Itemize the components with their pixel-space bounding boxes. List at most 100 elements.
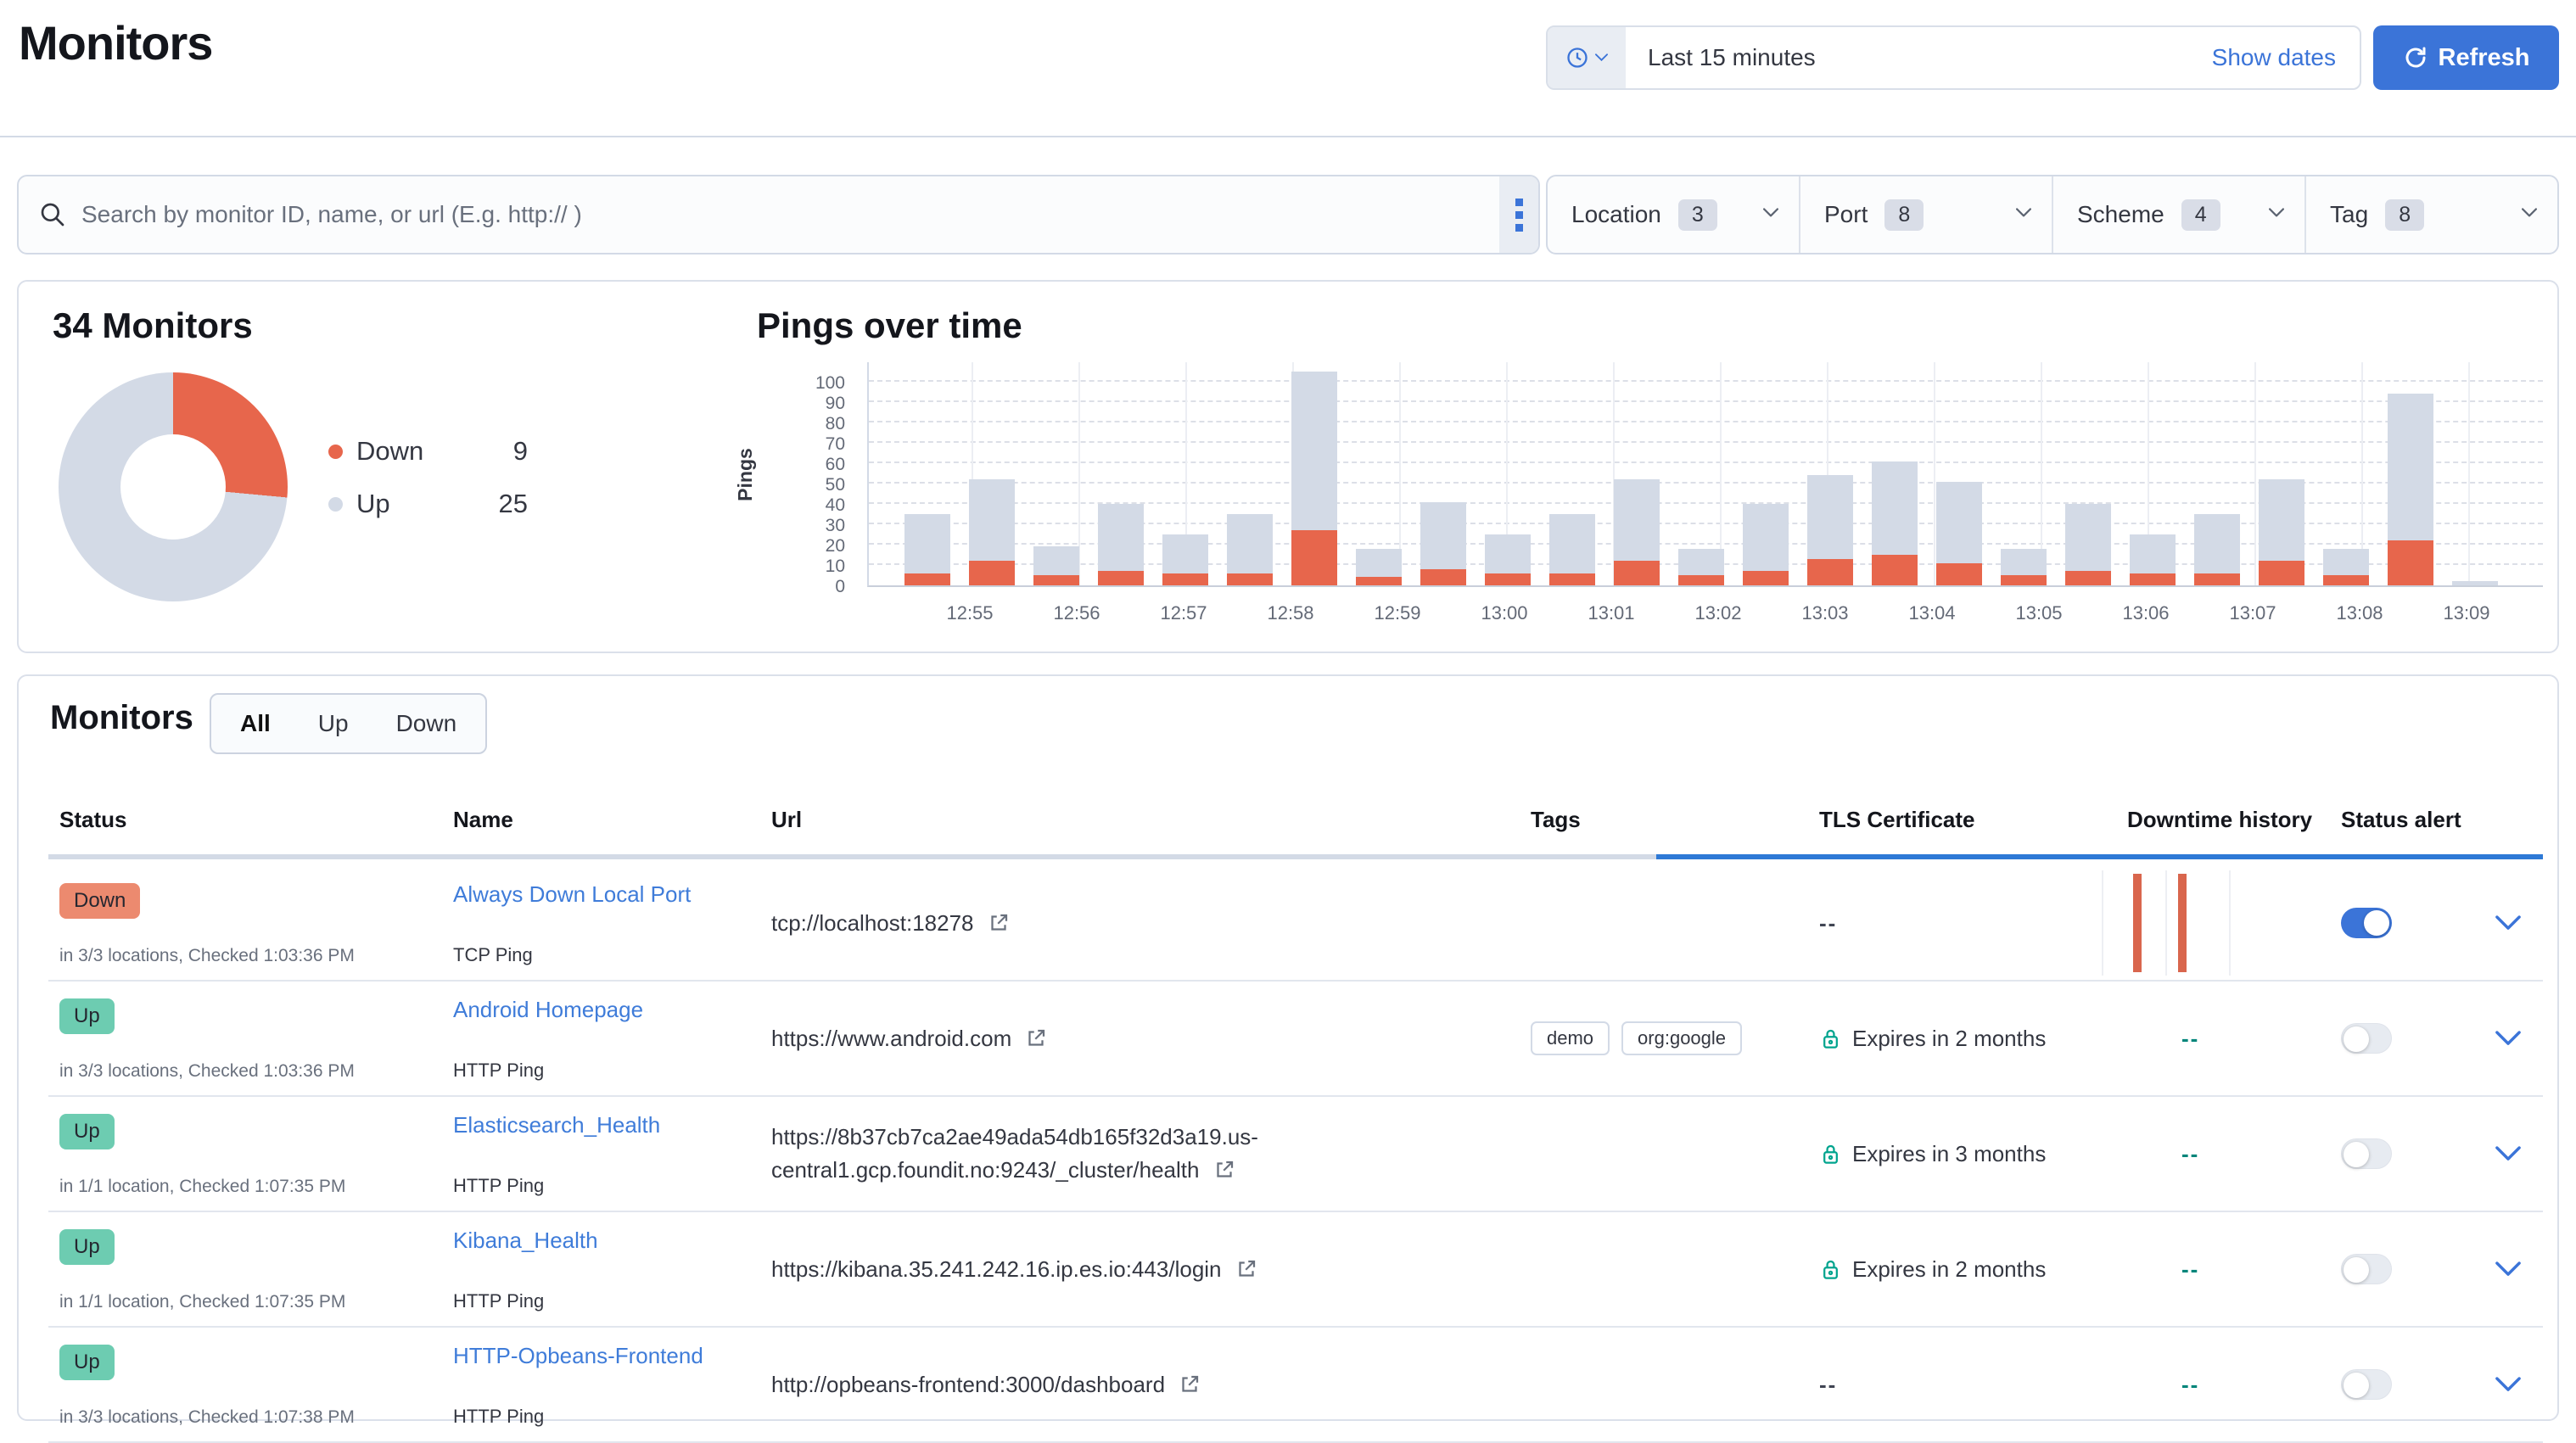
ping-bar[interactable] [2259, 479, 2304, 585]
quick-select-menu-button[interactable] [1548, 27, 1626, 88]
down-segment [1807, 559, 1853, 585]
expand-row-chevron-icon[interactable] [2495, 915, 2521, 931]
tls-expiry-text: Expires in 2 months [1852, 1026, 2046, 1052]
ping-bar[interactable] [1549, 514, 1595, 585]
expand-row-chevron-icon[interactable] [2495, 1146, 2521, 1162]
external-link-icon[interactable] [1026, 1028, 1046, 1049]
page-title: Monitors [19, 15, 212, 70]
time-range-value[interactable]: Last 15 minutes [1626, 44, 1816, 71]
filter-button-port[interactable]: Port 8 [1800, 176, 2053, 253]
ping-bar[interactable] [969, 479, 1015, 585]
refresh-button[interactable]: Refresh [2373, 25, 2559, 90]
downtime-history-sparkline[interactable] [2102, 870, 2237, 976]
show-dates-button[interactable]: Show dates [2212, 44, 2360, 71]
status-alert-toggle[interactable] [2341, 1369, 2392, 1400]
down-segment [1614, 561, 1660, 585]
tab-up[interactable]: Up [294, 695, 372, 752]
x-tick: 13:00 [1481, 602, 1527, 624]
ping-bar[interactable] [904, 514, 950, 585]
down-segment [2259, 561, 2304, 585]
filter-button-scheme[interactable]: Scheme 4 [2053, 176, 2306, 253]
ping-bar[interactable] [2452, 581, 2498, 585]
y-tick: 40 [826, 496, 845, 515]
expand-row-chevron-icon[interactable] [2495, 1261, 2521, 1278]
name-cell: Kibana_Health HTTP Ping [453, 1212, 771, 1326]
legend-item-down[interactable]: Down 9 [328, 433, 528, 470]
monitor-name-link[interactable]: Android Homepage [453, 997, 643, 1023]
expand-row-chevron-icon[interactable] [2495, 1377, 2521, 1393]
expand-row-chevron-icon[interactable] [2495, 1031, 2521, 1047]
ping-bar[interactable] [2065, 504, 2111, 585]
ping-bar[interactable] [2001, 549, 2047, 585]
toggle-knob [2344, 1373, 2369, 1398]
external-link-icon[interactable] [1179, 1374, 1200, 1395]
ping-bar[interactable] [1614, 479, 1660, 585]
external-link-icon[interactable] [1236, 1259, 1257, 1279]
tls-empty-value: -- [1819, 910, 1837, 937]
external-link-icon[interactable] [1214, 1160, 1235, 1180]
ping-bar[interactable] [1162, 534, 1208, 585]
table-header-rule [48, 854, 2543, 859]
x-tick: 13:03 [1801, 602, 1848, 624]
tag-chip[interactable]: org:google [1621, 1021, 1742, 1055]
ping-bar[interactable] [2194, 514, 2240, 585]
tls-cell: -- [1819, 1328, 2127, 1441]
ping-bar[interactable] [1227, 514, 1273, 585]
ping-bar[interactable] [1872, 461, 1918, 585]
monitor-name-link[interactable]: Kibana_Health [453, 1228, 598, 1254]
legend-item-up[interactable]: Up 25 [328, 485, 528, 523]
status-badge: Up [59, 1345, 115, 1380]
ping-bar[interactable] [2388, 394, 2433, 585]
ping-bar[interactable] [1678, 549, 1724, 585]
url-cell: https://kibana.35.241.242.16.ip.es.io:44… [771, 1212, 1531, 1326]
ping-bar[interactable] [1807, 475, 1853, 585]
tab-down[interactable]: Down [372, 695, 481, 752]
status-alert-cell [2341, 1097, 2543, 1211]
ping-bar[interactable] [1485, 534, 1531, 585]
h-gridline [869, 380, 2543, 382]
search-input[interactable] [81, 176, 1499, 253]
down-segment [2065, 571, 2111, 585]
up-segment [2001, 549, 2047, 575]
ping-bar[interactable] [2130, 534, 2176, 585]
monitor-type: HTTP Ping [453, 1406, 544, 1428]
up-segment [2194, 514, 2240, 573]
ping-bar[interactable] [1098, 504, 1144, 585]
kql-syntax-button[interactable] [1499, 176, 1538, 253]
ping-bar[interactable] [2323, 549, 2369, 585]
ping-bar[interactable] [1033, 546, 1079, 585]
column-header-status-alert: Status alert [2341, 795, 2543, 833]
toggle-knob [2364, 910, 2389, 936]
ping-bar[interactable] [1291, 372, 1337, 585]
ping-bar[interactable] [1936, 482, 1982, 585]
refresh-icon [2403, 45, 2428, 70]
monitor-name-link[interactable]: Elasticsearch_Health [453, 1112, 660, 1138]
pings-bar-chart[interactable] [867, 362, 2543, 587]
y-tick: 60 [826, 456, 845, 474]
down-segment [2130, 573, 2176, 585]
status-alert-toggle[interactable] [2341, 1023, 2392, 1054]
ping-bar[interactable] [1420, 502, 1466, 585]
monitor-name-link[interactable]: HTTP-Opbeans-Frontend [453, 1343, 703, 1369]
monitors-donut-chart[interactable] [59, 372, 288, 601]
status-alert-toggle[interactable] [2341, 908, 2392, 938]
tag-chip[interactable]: demo [1531, 1021, 1610, 1055]
column-header-status: Status [48, 795, 453, 833]
down-segment [1549, 573, 1595, 585]
filter-button-tag[interactable]: Tag 8 [2306, 176, 2557, 253]
monitor-name-link[interactable]: Always Down Local Port [453, 881, 691, 908]
ping-bar[interactable] [1743, 504, 1789, 585]
time-range-picker[interactable]: Last 15 minutes Show dates [1546, 25, 2361, 90]
down-segment [1743, 571, 1789, 585]
filter-button-location[interactable]: Location 3 [1548, 176, 1800, 253]
status-alert-toggle[interactable] [2341, 1138, 2392, 1169]
external-link-icon[interactable] [988, 913, 1009, 933]
v-gridline [2468, 362, 2470, 585]
status-alert-toggle[interactable] [2341, 1254, 2392, 1284]
down-segment [2323, 575, 2369, 585]
v-gridline [2254, 362, 2256, 585]
tab-all[interactable]: All [216, 695, 294, 752]
up-segment [1420, 502, 1466, 569]
filter-group: Location 3 Port 8 Scheme 4 Tag 8 [1546, 175, 2559, 254]
ping-bar[interactable] [1356, 549, 1402, 585]
